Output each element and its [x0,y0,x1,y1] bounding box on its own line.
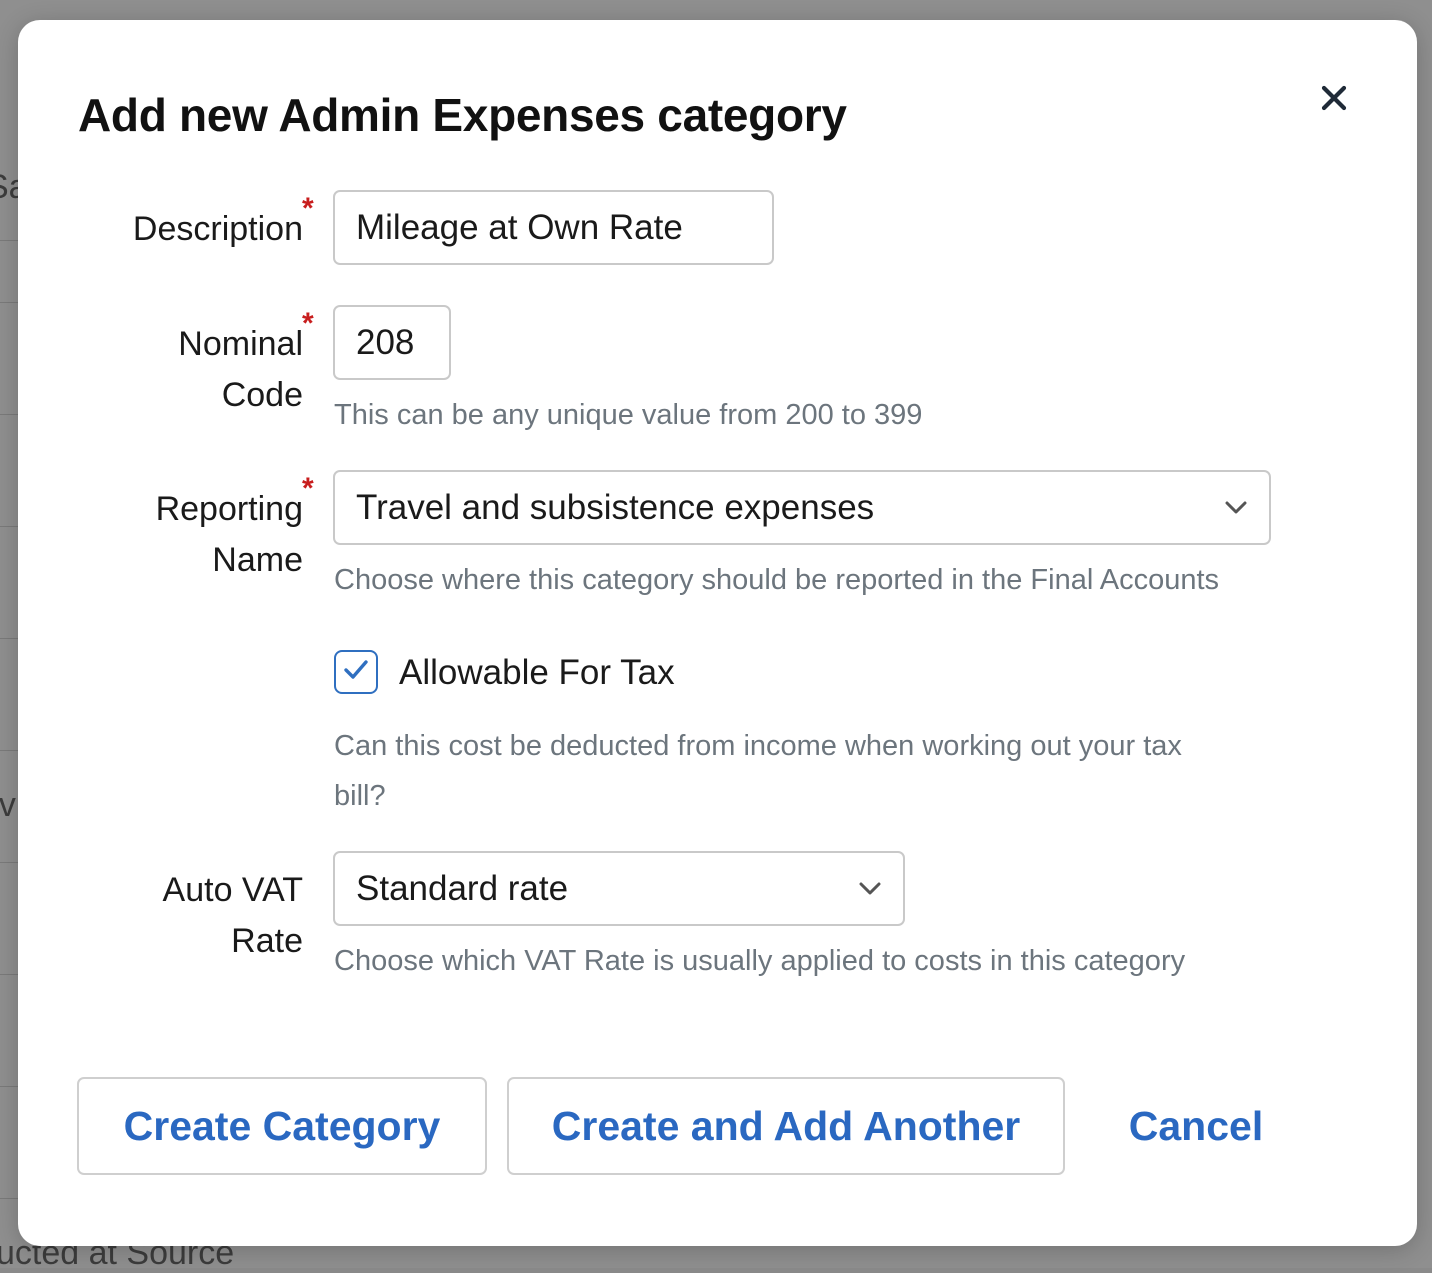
bg-divider [0,974,20,975]
allowable-for-tax-label[interactable]: Allowable For Tax [399,650,675,696]
bg-divider [0,638,20,639]
allowable-for-tax-checkbox[interactable] [334,650,378,694]
auto-vat-rate-label-line2: Rate [231,922,303,960]
checkmark-icon [342,658,370,687]
bg-divider [0,862,20,863]
reporting-name-value: Travel and subsistence expenses [356,487,875,527]
bg-divider [0,414,20,415]
auto-vat-rate-help: Choose which VAT Rate is usually applied… [334,945,1186,977]
create-category-button[interactable]: Create Category [77,1077,487,1175]
required-mark: * [302,192,314,225]
close-icon [1320,84,1348,117]
reporting-name-help: Choose where this category should be rep… [334,564,1220,596]
allowable-for-tax-help-line1: Can this cost be deducted from income wh… [334,730,1182,762]
required-mark: * [302,307,314,340]
nominal-code-input[interactable]: 208 [333,305,451,380]
bg-divider [0,302,20,303]
reporting-name-label-line2: Name [212,541,303,579]
add-category-modal: Add new Admin Expenses category Descript… [18,20,1417,1246]
description-value: Mileage at Own Rate [356,207,683,247]
nominal-code-label-line2: Code [221,376,303,414]
allowable-for-tax-help: Can this cost be deducted from income wh… [334,721,1182,821]
nominal-code-value: 208 [356,322,415,362]
nominal-code-label-line1: Nominal [178,325,303,363]
reporting-name-label-line1: Reporting [155,490,303,528]
auto-vat-rate-label: Auto VAT Rate [163,865,303,967]
bg-divider [0,526,20,527]
auto-vat-rate-value: Standard rate [356,868,569,908]
required-mark: * [302,472,314,505]
chevron-down-icon [859,882,881,896]
nominal-code-label: Nominal Code [178,319,303,421]
close-button[interactable] [1314,80,1354,120]
bg-divider [0,240,20,241]
modal-title: Add new Admin Expenses category [78,89,847,141]
bg-divider [0,1086,20,1087]
nominal-code-help: This can be any unique value from 200 to… [334,399,923,431]
reporting-name-label: Reporting Name [156,484,303,586]
bg-text-fragment: ev [0,786,16,824]
description-input[interactable]: Mileage at Own Rate [333,190,774,265]
chevron-down-icon [1225,501,1247,515]
auto-vat-rate-select[interactable]: Standard rate [333,851,905,926]
auto-vat-rate-label-line1: Auto VAT [162,871,303,909]
reporting-name-select[interactable]: Travel and subsistence expenses [333,470,1271,545]
create-and-add-another-button[interactable]: Create and Add Another [507,1077,1065,1175]
bg-divider [0,750,20,751]
allowable-for-tax-help-line2: bill? [334,780,386,812]
cancel-button[interactable]: Cancel [1112,1077,1280,1175]
bg-divider [0,1198,20,1199]
description-label: Description [132,210,303,248]
